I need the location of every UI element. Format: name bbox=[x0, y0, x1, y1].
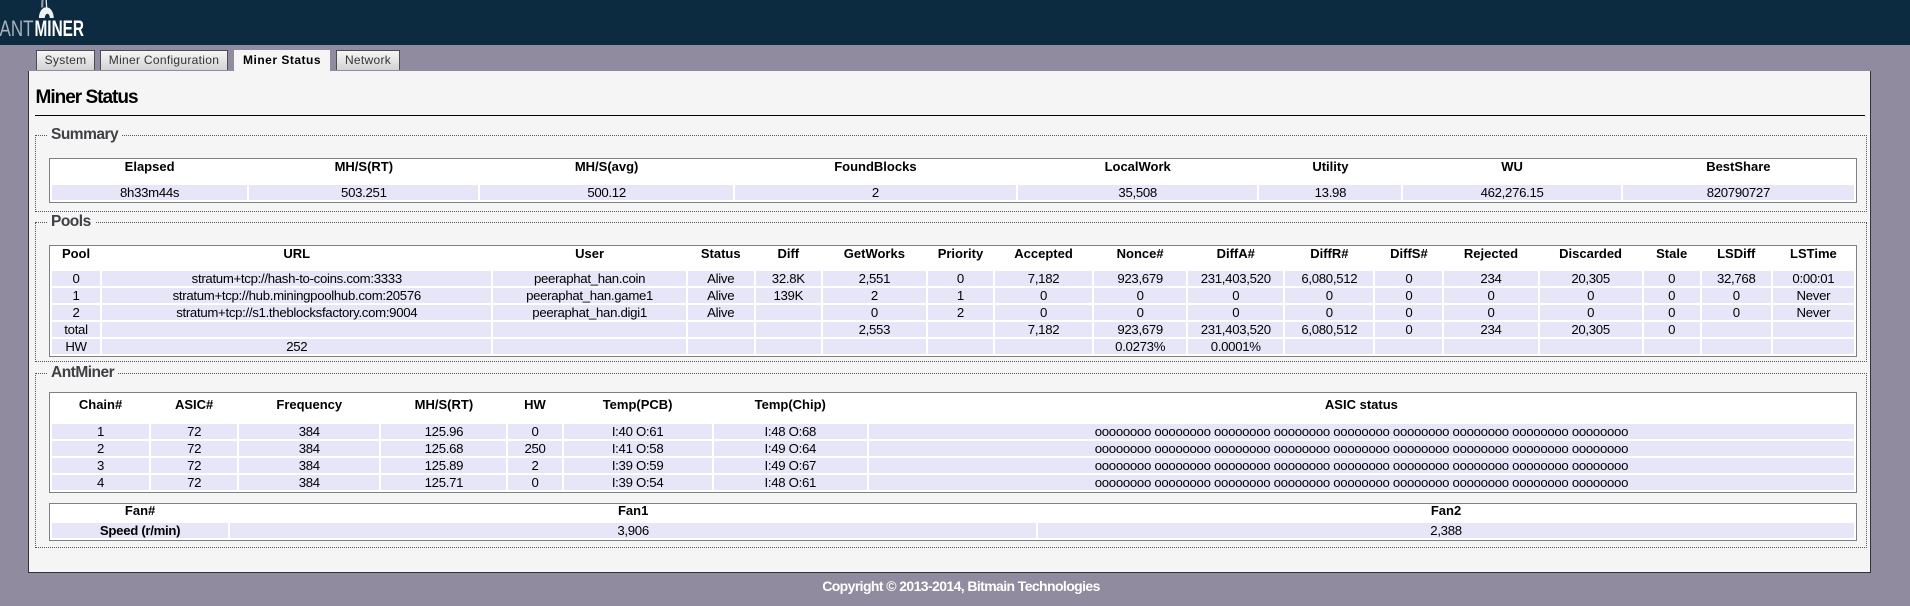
svg-text:ANT: ANT bbox=[0, 16, 34, 41]
svg-text:MINER: MINER bbox=[35, 16, 85, 41]
